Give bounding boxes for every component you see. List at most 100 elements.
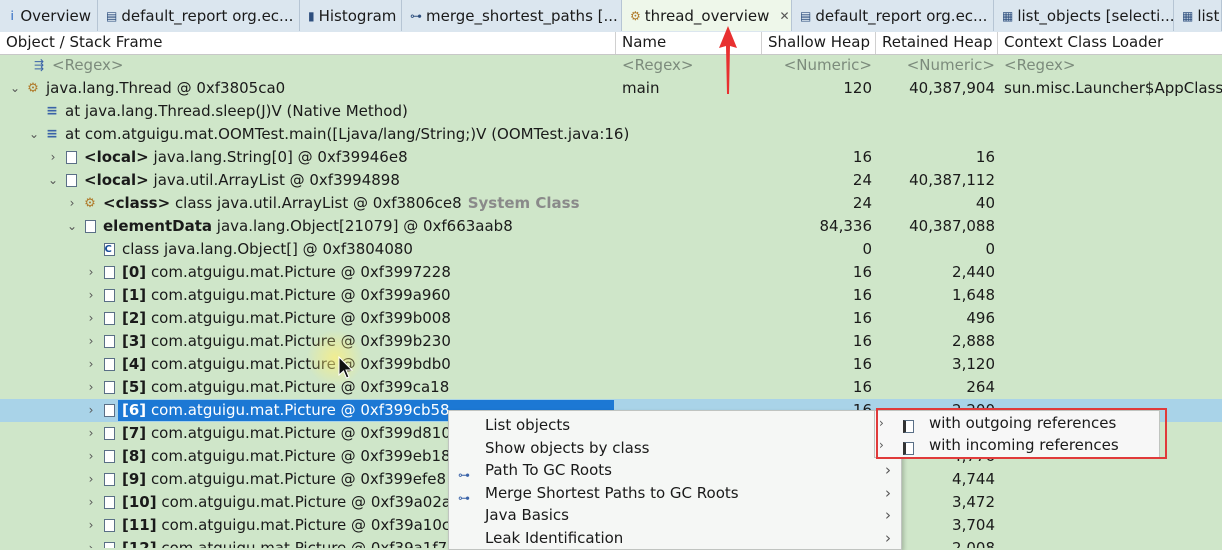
tab-label: Histogram [318, 6, 397, 25]
chevron-right-icon[interactable]: › [84, 537, 98, 548]
class-loader-cell: sun.misc.Launcher$AppClassLo [1004, 79, 1222, 97]
table-row[interactable]: › [0] com.atguigu.mat.Picture @ 0xf399722… [0, 261, 1222, 284]
table-row[interactable]: › [4] com.atguigu.mat.Picture @ 0xf399bdb… [0, 353, 1222, 376]
chevron-right-icon[interactable]: › [84, 307, 98, 330]
column-header-object[interactable]: Object / Stack Frame [0, 32, 616, 54]
object-label: [9] com.atguigu.mat.Picture @ 0xf399efe8 [122, 468, 446, 491]
menu-label: Show objects by class [485, 438, 650, 457]
chevron-right-icon[interactable]: › [84, 445, 98, 468]
object-text: com.atguigu.mat.Picture @ 0xf399a960 [150, 286, 451, 304]
shallow-heap-cell: 24 [852, 171, 872, 189]
object-text: com.atguigu.mat.Picture @ 0xf39a02a8 [161, 493, 461, 511]
tab-4[interactable]: ⚙ thread_overview ✕ [622, 0, 792, 31]
tab-label: list_objects [selecti... [1017, 6, 1175, 25]
object-icon [102, 426, 116, 440]
tab-label: merge_shortest_paths [... [426, 6, 618, 25]
tab-2[interactable]: ▮ Histogram [300, 0, 402, 31]
field-name: [11] [122, 516, 157, 534]
object-text: com.atguigu.mat.Picture @ 0xf39a1f70 [161, 539, 457, 548]
tab-7[interactable]: ▦ list [1174, 0, 1222, 31]
histogram-icon: ▮ [308, 8, 315, 23]
chevron-right-icon[interactable]: › [84, 261, 98, 284]
object-icon [102, 518, 116, 532]
table-row[interactable]: › [1] com.atguigu.mat.Picture @ 0xf399a96… [0, 284, 1222, 307]
tab-0[interactable]: i Overview [0, 0, 98, 31]
file-shape [103, 311, 115, 325]
table-row[interactable]: › [5] com.atguigu.mat.Picture @ 0xf399ca1… [0, 376, 1222, 399]
chevron-right-icon[interactable]: › [84, 468, 98, 491]
field-name: [10] [122, 493, 157, 511]
file-shape [103, 265, 115, 279]
object-text: com.atguigu.mat.Picture @ 0xf399cb58 [150, 401, 450, 419]
chevron-right-icon[interactable]: › [84, 284, 98, 307]
close-icon[interactable]: ✕ [779, 9, 789, 23]
field-name: [6] [122, 401, 147, 419]
context-menu-item-2[interactable]: ⊶ Path To GC Roots › [449, 459, 901, 482]
column-header-retained-heap[interactable]: Retained Heap [876, 32, 998, 54]
chevron-right-icon[interactable]: › [84, 399, 98, 422]
field-name: [1] [122, 286, 147, 304]
tab-label: thread_overview [644, 6, 770, 25]
chevron-right-icon[interactable]: › [65, 192, 79, 215]
chevron-right-icon[interactable]: › [84, 491, 98, 514]
context-menu-item-0[interactable]: List objects› [449, 414, 901, 437]
chevron-right-icon[interactable]: › [84, 514, 98, 537]
object-label: <local> java.lang.String[0] @ 0xf39946e8 [84, 146, 408, 169]
table-row[interactable]: › <local> java.lang.String[0] @ 0xf39946e… [0, 146, 1222, 169]
system-class-tag: System Class [467, 194, 580, 212]
table-row[interactable]: › ⚙ <class> class java.util.ArrayList @ 0x… [0, 192, 1222, 215]
column-header-name[interactable]: Name [616, 32, 762, 54]
context-menu-item-4[interactable]: Java Basics › [449, 504, 901, 527]
table-row[interactable]: ⌄ ≡ at com.atguigu.mat.OOMTest.main([Ljava… [0, 123, 1222, 146]
chevron-right-icon[interactable]: › [84, 376, 98, 399]
retained-heap-cell: 40,387,112 [909, 171, 995, 189]
field-name: [3] [122, 332, 147, 350]
context-menu-item-3[interactable]: ⊶ Merge Shortest Paths to GC Roots › [449, 482, 901, 505]
shallow-heap-cell: 24 [852, 194, 872, 212]
chevron-right-icon[interactable]: › [84, 422, 98, 445]
object-icon [102, 357, 116, 371]
table-row[interactable]: ⌄ elementData java.lang.Object[21079] @ 0… [0, 215, 1222, 238]
tab-3[interactable]: ⊶ merge_shortest_paths [... [402, 0, 622, 31]
field-name: [8] [122, 447, 147, 465]
object-label: java.lang.Thread @ 0xf3805ca0 [46, 77, 285, 100]
table-row[interactable]: › [2] com.atguigu.mat.Picture @ 0xf399b00… [0, 307, 1222, 330]
chevron-right-icon[interactable]: › [84, 353, 98, 376]
column-header-context-class-loader[interactable]: Context Class Loader [998, 32, 1222, 54]
object-text: com.atguigu.mat.Picture @ 0xf399b008 [150, 309, 451, 327]
file-shape [103, 472, 115, 486]
filter-retained-input[interactable]: <Numeric> [880, 54, 995, 77]
file-shape [103, 380, 115, 394]
editor-tab-bar: i Overview ▤ default_report org.ec... ▮ Histo… [0, 0, 1222, 33]
table-row[interactable]: Cclass java.lang.Object[] @ 0xf3804080 0 0 [0, 238, 1222, 261]
chevron-down-icon[interactable]: ⌄ [46, 169, 60, 192]
chevron-right-icon[interactable]: › [46, 146, 60, 169]
chevron-down-icon[interactable]: ⌄ [8, 77, 22, 100]
object-text: com.atguigu.mat.Picture @ 0xf399bdb0 [150, 355, 451, 373]
filter-loader-input[interactable]: <Regex> [1004, 54, 1222, 77]
tab-1[interactable]: ▤ default_report org.ec... [98, 0, 300, 31]
object-label: at java.lang.Thread.sleep(J)V (Native Me… [65, 100, 408, 123]
filter-object-input[interactable]: <Regex> [52, 54, 612, 77]
table-row[interactable]: ≡ at java.lang.Thread.sleep(J)V (Native M… [0, 100, 1222, 123]
tab-5[interactable]: ▤ default_report org.ec... [792, 0, 994, 31]
table-row[interactable]: ⌄ <local> java.util.ArrayList @ 0xf399489… [0, 169, 1222, 192]
chevron-down-icon[interactable]: ⌄ [65, 215, 79, 238]
chevron-right-icon[interactable]: › [84, 330, 98, 353]
context-menu-item-5[interactable]: Leak Identification › [449, 527, 901, 550]
table-row[interactable]: › [3] com.atguigu.mat.Picture @ 0xf399b23… [0, 330, 1222, 353]
chevron-down-icon[interactable]: ⌄ [27, 123, 41, 146]
filter-name-input[interactable]: <Regex> [622, 54, 762, 77]
column-header-shallow-heap[interactable]: Shallow Heap [762, 32, 876, 54]
chevron-right-icon: › [885, 528, 891, 547]
retained-heap-cell: 40,387,904 [909, 79, 995, 97]
context-menu-item-1[interactable]: Show objects by class› [449, 437, 901, 460]
filter-shallow-input[interactable]: <Numeric> [766, 54, 872, 77]
file-shape [65, 150, 77, 164]
tab-6[interactable]: ▦ list_objects [selecti... [994, 0, 1175, 31]
shallow-heap-cell: 16 [852, 332, 872, 350]
table-row[interactable]: ⌄ ⚙ java.lang.Thread @ 0xf3805ca0 main 120 40… [0, 77, 1222, 100]
retained-heap-cell: 16 [975, 148, 995, 166]
cursor-highlight [306, 330, 364, 386]
object-icon [102, 472, 116, 486]
